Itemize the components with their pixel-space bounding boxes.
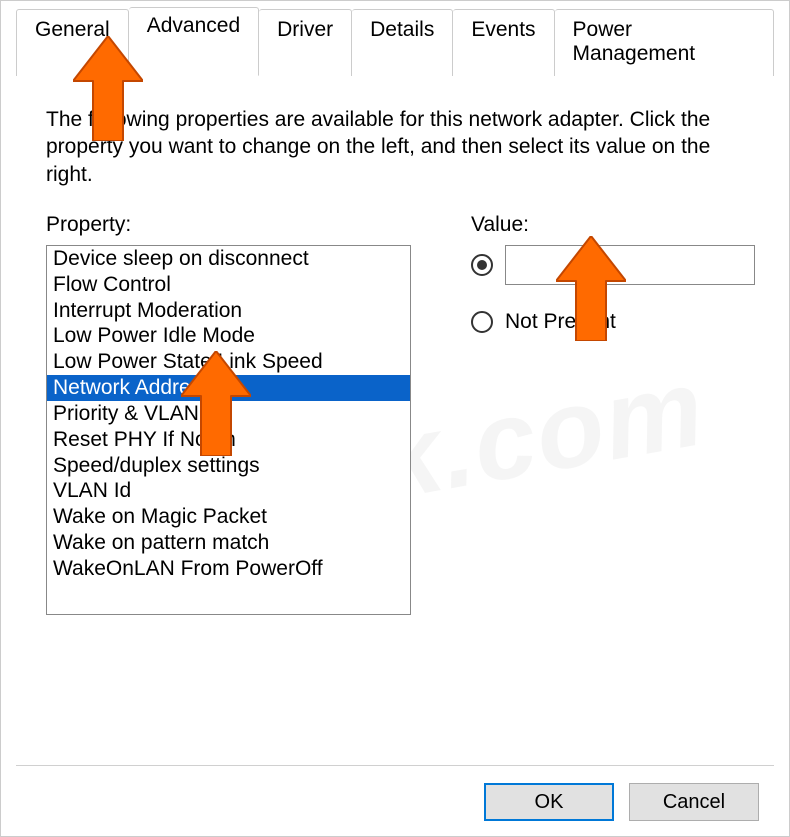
properties-dialog: PCrisk.com General Advanced Driver Detai…: [0, 0, 790, 837]
tab-power-management[interactable]: Power Management: [555, 9, 774, 76]
button-separator: [16, 765, 774, 766]
value-input[interactable]: [505, 245, 755, 285]
tab-driver[interactable]: Driver: [259, 9, 352, 76]
list-item[interactable]: Wake on pattern match: [47, 530, 410, 556]
list-item[interactable]: WakeOnLAN From PowerOff: [47, 556, 410, 582]
tab-general[interactable]: General: [16, 9, 129, 76]
list-item[interactable]: Device sleep on disconnect: [47, 246, 410, 272]
radio-value[interactable]: [471, 254, 493, 276]
list-item[interactable]: Reset PHY If Not In: [47, 427, 410, 453]
ok-button[interactable]: OK: [484, 783, 614, 821]
value-label: Value:: [471, 213, 755, 237]
cancel-button[interactable]: Cancel: [629, 783, 759, 821]
tab-events[interactable]: Events: [453, 9, 554, 76]
property-listbox[interactable]: Device sleep on disconnect Flow Control …: [46, 245, 411, 615]
tab-advanced[interactable]: Advanced: [129, 7, 259, 76]
list-item[interactable]: Low Power Idle Mode: [47, 323, 410, 349]
dialog-buttons: OK Cancel: [484, 783, 759, 821]
list-item[interactable]: Speed/duplex settings: [47, 453, 410, 479]
list-item[interactable]: Wake on Magic Packet: [47, 504, 410, 530]
list-item[interactable]: Low Power State Link Speed: [47, 349, 410, 375]
description-text: The following properties are available f…: [46, 106, 726, 188]
tab-details[interactable]: Details: [352, 9, 453, 76]
value-radio-row: [471, 245, 755, 285]
list-item[interactable]: VLAN Id: [47, 478, 410, 504]
list-item[interactable]: Priority & VLAN: [47, 401, 410, 427]
tab-content: The following properties are available f…: [1, 76, 789, 635]
tab-strip: General Advanced Driver Details Events P…: [1, 1, 789, 76]
not-present-radio-row: Not Present: [471, 310, 755, 334]
list-item[interactable]: Flow Control: [47, 272, 410, 298]
list-item-selected[interactable]: Network Address: [47, 375, 410, 401]
list-item[interactable]: Interrupt Moderation: [47, 298, 410, 324]
property-label: Property:: [46, 213, 411, 237]
radio-not-present[interactable]: [471, 311, 493, 333]
not-present-label: Not Present: [505, 310, 616, 334]
